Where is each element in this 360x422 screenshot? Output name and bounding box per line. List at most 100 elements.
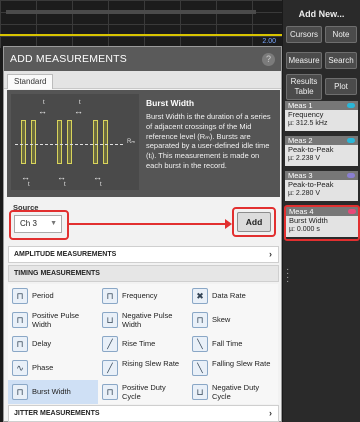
measurement-label: Negative Duty Cycle bbox=[212, 383, 260, 401]
add-measurements-dialog: ADD MEASUREMENTS ? Standard Rₘ t t ↔ ↔ ↔ bbox=[3, 46, 282, 422]
waveform-trace bbox=[0, 34, 282, 36]
measurement-label: Skew bbox=[212, 315, 231, 324]
chevron-right-icon: › bbox=[269, 408, 272, 418]
panel-resize-handle[interactable]: · · · · bbox=[286, 265, 289, 287]
note-button[interactable]: Note bbox=[325, 26, 357, 43]
meas-2-badge[interactable]: Meas 2 Peak-to-Peak µ: 2.238 V bbox=[285, 136, 358, 166]
negative-duty-cycle-icon: ⊔ bbox=[192, 384, 208, 400]
section-label: JITTER MEASUREMENTS bbox=[14, 410, 100, 417]
burst-width-icon: ⊓ bbox=[12, 384, 28, 400]
fall-time-icon: ╲ bbox=[192, 336, 208, 352]
width-arrow-icon: ↔ bbox=[57, 172, 66, 182]
burst-width-illustration: Rₘ t t ↔ ↔ ↔ ↔ ↔ t t t bbox=[11, 94, 139, 190]
measurement-rise-time[interactable]: ╱ Rise Time bbox=[98, 332, 188, 356]
section-label: AMPLITUDE MEASUREMENTS bbox=[14, 251, 117, 258]
phase-icon: ∿ bbox=[12, 360, 28, 376]
plot-button[interactable]: Plot bbox=[325, 78, 357, 95]
measurement-label: Rising Slew Rate bbox=[122, 359, 180, 368]
meas-header: Meas 1 bbox=[285, 101, 358, 110]
measurement-negative-duty-cycle[interactable]: ⊔ Negative Duty Cycle bbox=[188, 380, 278, 404]
timing-measurements-section[interactable]: TIMING MEASUREMENTS bbox=[8, 265, 279, 282]
delay-icon: ⊓ bbox=[12, 336, 28, 352]
description-title: Burst Width bbox=[146, 98, 195, 108]
illustration-pulse bbox=[31, 120, 36, 164]
help-icon[interactable]: ? bbox=[262, 52, 275, 66]
measurement-frequency[interactable]: ⊓ Frequency bbox=[98, 284, 188, 308]
measurement-skew[interactable]: ⊓ Skew bbox=[188, 308, 278, 332]
add-button[interactable]: Add bbox=[237, 212, 271, 232]
meas-header: Meas 2 bbox=[285, 136, 358, 145]
positive-pulse-width-icon: ⊓ bbox=[12, 312, 28, 328]
channel-indicator bbox=[347, 103, 355, 108]
callout-arrow-line bbox=[69, 223, 227, 225]
measurement-falling-slew-rate[interactable]: ╲ Falling Slew Rate bbox=[188, 356, 278, 380]
search-button[interactable]: Search bbox=[325, 52, 357, 69]
screen: 2.00 ADD MEASUREMENTS ? Standard Rₘ t t bbox=[0, 0, 360, 422]
measure-button[interactable]: Measure bbox=[286, 52, 322, 69]
tab-standard[interactable]: Standard bbox=[7, 74, 54, 89]
meas-header: Meas 3 bbox=[285, 171, 358, 180]
chevron-down-icon: ▼ bbox=[50, 220, 57, 227]
width-arrow-icon: ↔ bbox=[93, 172, 102, 182]
measurement-burst-width[interactable]: ⊓ Burst Width bbox=[8, 380, 98, 404]
rm-label: Rₘ bbox=[127, 139, 136, 145]
results-table-button[interactable]: Results Table bbox=[286, 74, 322, 100]
measurement-positive-duty-cycle[interactable]: ⊓ Positive Duty Cycle bbox=[98, 380, 188, 404]
chevron-right-icon: › bbox=[269, 249, 272, 259]
measurement-label: Burst Width bbox=[32, 387, 71, 396]
measurement-data-rate[interactable]: ✖ Data Rate bbox=[188, 284, 278, 308]
illustration-pulse bbox=[93, 120, 98, 164]
illustration-pulse bbox=[57, 120, 62, 164]
rise-time-icon: ╱ bbox=[102, 336, 118, 352]
section-label: TIMING MEASUREMENTS bbox=[14, 270, 100, 277]
frequency-icon: ⊓ bbox=[102, 288, 118, 304]
scale-readout: 2.00 bbox=[262, 38, 276, 45]
callout-arrow-head bbox=[225, 219, 232, 229]
measurement-period[interactable]: ⊓ Period bbox=[8, 284, 98, 308]
meas-name: Peak-to-Peak bbox=[288, 180, 334, 189]
measurement-label: Phase bbox=[32, 363, 54, 372]
burst-time-label: t bbox=[100, 182, 102, 188]
measurement-phase[interactable]: ∿ Phase bbox=[8, 356, 98, 380]
source-dropdown[interactable]: Ch 3 ▼ bbox=[14, 215, 62, 233]
measurement-description-panel: Rₘ t t ↔ ↔ ↔ ↔ ↔ t t t Burst Width Burst… bbox=[7, 90, 280, 197]
measurement-label: Fall Time bbox=[212, 339, 243, 348]
skew-icon: ⊓ bbox=[192, 312, 208, 328]
measurement-label: Delay bbox=[32, 339, 52, 348]
amplitude-measurements-section[interactable]: AMPLITUDE MEASUREMENTS › bbox=[8, 246, 279, 263]
scope-top-bar bbox=[6, 10, 256, 14]
illustration-pulse bbox=[21, 120, 26, 164]
meas-3-badge[interactable]: Meas 3 Peak-to-Peak µ: 2.280 V bbox=[285, 171, 358, 201]
measurement-label: Frequency bbox=[122, 291, 158, 300]
measurement-label: Rise Time bbox=[122, 339, 156, 348]
illustration-pulse bbox=[103, 120, 108, 164]
data-rate-icon: ✖ bbox=[192, 288, 208, 304]
meas-value: µ: 312.5 kHz bbox=[288, 120, 328, 127]
meas-1-badge[interactable]: Meas 1 Frequency µ: 312.5 kHz bbox=[285, 101, 358, 131]
falling-slew-rate-icon: ╲ bbox=[192, 360, 208, 376]
dialog-title: ADD MEASUREMENTS bbox=[10, 53, 127, 65]
positive-duty-cycle-icon: ⊓ bbox=[102, 384, 118, 400]
scope-display: 2.00 bbox=[0, 0, 282, 48]
measurement-rising-slew-rate[interactable]: ╱ Rising Slew Rate bbox=[98, 356, 188, 380]
jitter-measurements-section[interactable]: JITTER MEASUREMENTS › bbox=[8, 405, 279, 422]
measurement-fall-time[interactable]: ╲ Fall Time bbox=[188, 332, 278, 356]
burst-time-label: t bbox=[64, 182, 66, 188]
cursors-button[interactable]: Cursors bbox=[286, 26, 322, 43]
measurement-label: Period bbox=[32, 291, 54, 300]
channel-indicator bbox=[347, 173, 355, 178]
measurement-delay[interactable]: ⊓ Delay bbox=[8, 332, 98, 356]
period-icon: ⊓ bbox=[12, 288, 28, 304]
source-value: Ch 3 bbox=[20, 219, 37, 228]
tab-bar: Standard bbox=[4, 71, 281, 89]
meas-header-label: Meas 2 bbox=[288, 136, 313, 145]
measurement-label: Positive Pulse Width bbox=[32, 311, 80, 329]
meas-value: µ: 2.280 V bbox=[288, 190, 321, 197]
measurement-negative-pulse-width[interactable]: ⊔ Negative Pulse Width bbox=[98, 308, 188, 332]
meas-4-highlight bbox=[284, 205, 360, 241]
meas-name: Frequency bbox=[288, 110, 324, 119]
meas-value: µ: 2.238 V bbox=[288, 155, 321, 162]
measurement-positive-pulse-width[interactable]: ⊓ Positive Pulse Width bbox=[8, 308, 98, 332]
meas-header-label: Meas 1 bbox=[288, 101, 313, 110]
burst-time-label: t bbox=[28, 182, 30, 188]
